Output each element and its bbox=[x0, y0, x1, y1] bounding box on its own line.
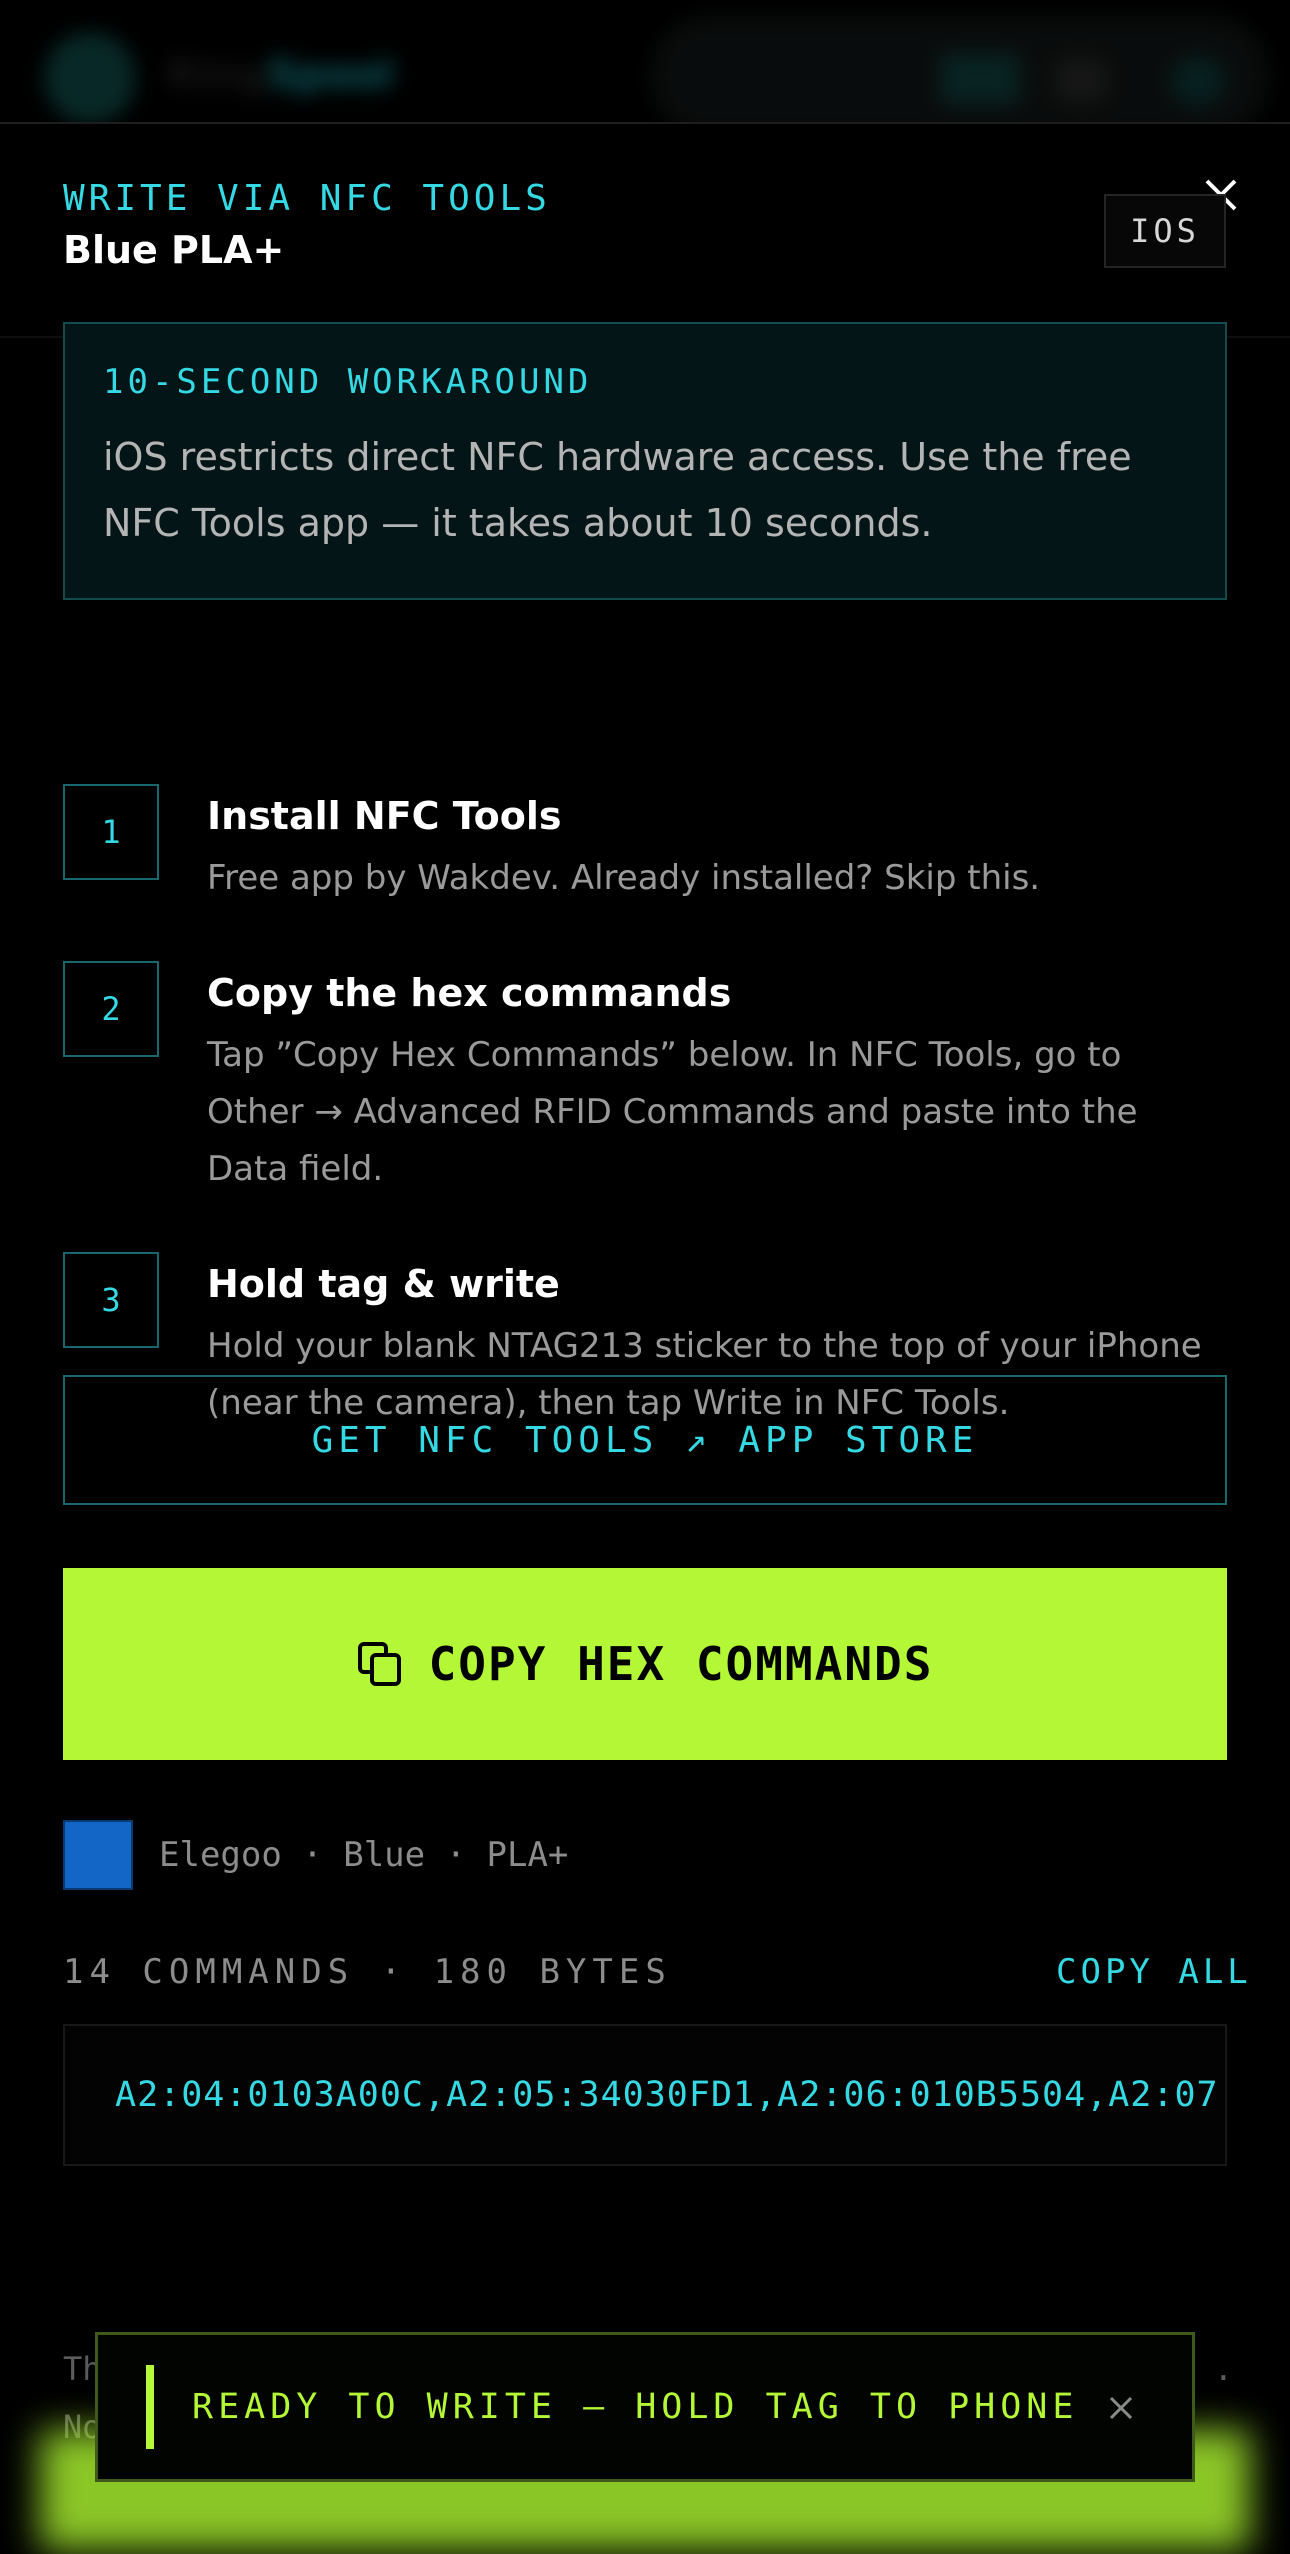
get-nfc-tools-button[interactable]: GET NFC TOOLS ↗ APP STORE bbox=[63, 1375, 1227, 1505]
platform-badge: IOS bbox=[1104, 194, 1226, 268]
callout-body: iOS restricts direct NFC hardware access… bbox=[103, 435, 1132, 545]
step-number: 2 bbox=[63, 961, 159, 1057]
toast-message: READY TO WRITE — HOLD TAG TO PHONE bbox=[192, 2387, 1079, 2427]
step-title: Hold tag & write bbox=[207, 1262, 560, 1306]
callout-title: 10-SECOND WORKAROUND bbox=[103, 362, 593, 402]
step-description: Free app by Wakdev. Already installed? S… bbox=[207, 858, 1041, 898]
close-icon bbox=[1109, 2396, 1133, 2420]
modal-eyebrow: WRITE VIA NFC TOOLS bbox=[63, 178, 551, 219]
material-label: Elegoo · Blue · PLA+ bbox=[159, 1835, 569, 1875]
header-nav-button bbox=[940, 54, 1020, 104]
copy-all-button[interactable]: COPY ALL bbox=[1056, 1952, 1252, 1992]
header-nav-button bbox=[1056, 60, 1106, 100]
copy-icon bbox=[357, 1642, 401, 1686]
color-swatch bbox=[63, 1820, 133, 1890]
workaround-callout: 10-SECOND WORKAROUND iOS restricts direc… bbox=[63, 322, 1227, 600]
toast-close-button[interactable] bbox=[1098, 2385, 1144, 2431]
hex-commands-box[interactable]: A2:04:0103A00C,A2:05:34030FD1,A2:06:010B… bbox=[63, 2024, 1227, 2166]
step-number: 3 bbox=[63, 1252, 159, 1348]
footer-note-line-1-end: . bbox=[1213, 2350, 1233, 2388]
background-app-header: RingSpool bbox=[0, 0, 1290, 136]
commands-meta: 14 COMMANDS · 180 BYTES bbox=[63, 1952, 672, 1992]
step-title: Install NFC Tools bbox=[207, 794, 562, 838]
status-toast: READY TO WRITE — HOLD TAG TO PHONE bbox=[95, 2332, 1195, 2482]
step-number: 1 bbox=[63, 784, 159, 880]
material-info: Elegoo · Blue · PLA+ bbox=[63, 1820, 568, 1890]
copy-hex-label: COPY HEX COMMANDS bbox=[428, 1637, 934, 1691]
app-logo-text: RingSpool bbox=[166, 52, 394, 98]
copy-hex-commands-button[interactable]: COPY HEX COMMANDS bbox=[63, 1568, 1227, 1760]
hex-commands-text: A2:04:0103A00C,A2:05:34030FD1,A2:06:010B… bbox=[115, 2075, 1227, 2115]
step-title: Copy the hex commands bbox=[207, 971, 732, 1015]
step-description: Tap ”Copy Hex Commands” below. In NFC To… bbox=[207, 1035, 1138, 1189]
header-avatar bbox=[1170, 56, 1226, 106]
app-logo-icon bbox=[44, 32, 136, 124]
toast-accent-bar bbox=[146, 2365, 154, 2449]
page: RingSpool WRITE VIA NFC TOOLS Blue PLA+ … bbox=[0, 0, 1290, 2554]
modal-title: Blue PLA+ bbox=[63, 228, 285, 272]
modal-header: WRITE VIA NFC TOOLS Blue PLA+ IOS bbox=[0, 124, 1290, 338]
